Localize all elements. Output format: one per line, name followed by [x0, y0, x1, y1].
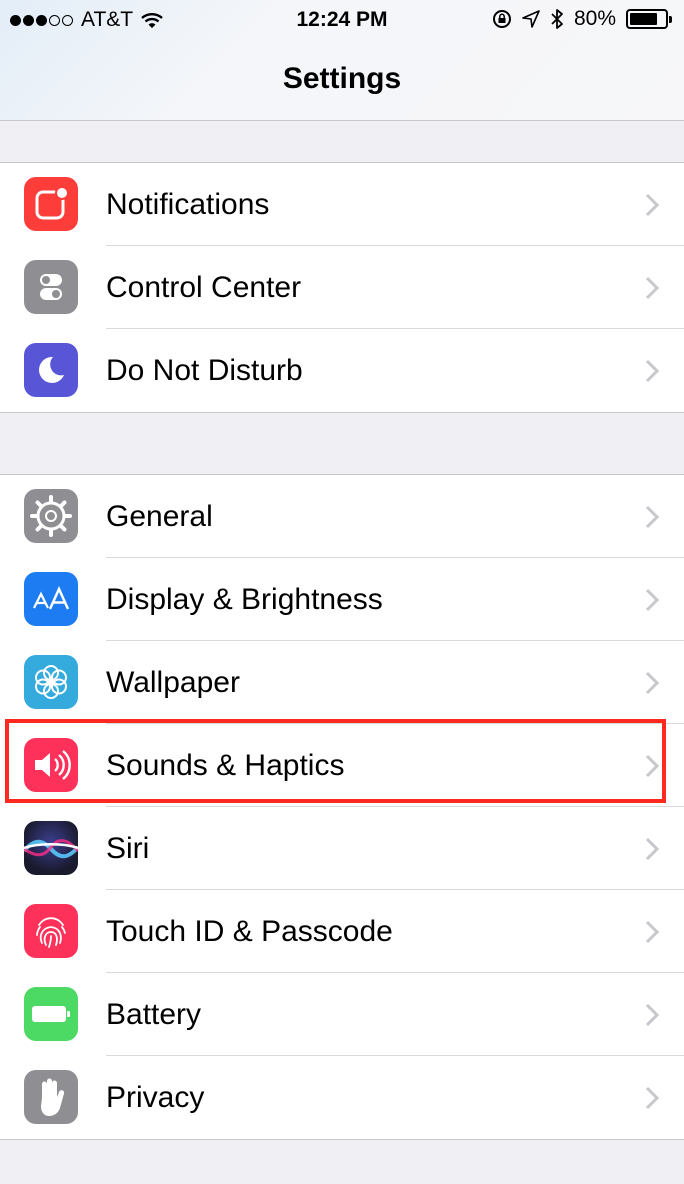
chevron-right-icon — [645, 754, 660, 778]
settings-item-label: Siri — [106, 832, 150, 865]
bluetooth-icon — [551, 9, 563, 29]
settings-item-siri[interactable]: Siri — [0, 807, 684, 890]
chevron-right-icon — [645, 193, 660, 217]
settings-item-label: Privacy — [106, 1081, 205, 1114]
settings-item-label: Wallpaper — [106, 666, 240, 699]
chevron-right-icon — [645, 1086, 660, 1110]
chevron-right-icon — [645, 588, 660, 612]
rotation-lock-icon — [492, 10, 511, 28]
settings-item-label: Do Not Disturb — [106, 354, 303, 387]
chevron-right-icon — [645, 837, 660, 861]
settings-item-label: Display & Brightness — [106, 583, 383, 616]
text-size-icon — [24, 572, 78, 626]
settings-item-sounds-haptics[interactable]: Sounds & Haptics — [0, 724, 684, 807]
gear-icon — [24, 489, 78, 543]
settings-item-wallpaper[interactable]: Wallpaper — [0, 641, 684, 724]
settings-item-touch-id[interactable]: Touch ID & Passcode — [0, 890, 684, 973]
settings-item-display-brightness[interactable]: Display & Brightness — [0, 558, 684, 641]
settings-group-1: Notifications Control Center Do Not Dist… — [0, 162, 684, 413]
settings-screen: AT&T 12:24 PM 80% Settings Notifications… — [0, 0, 684, 1184]
settings-item-control-center[interactable]: Control Center — [0, 246, 684, 329]
location-icon — [522, 10, 540, 28]
chevron-right-icon — [645, 276, 660, 300]
status-battery-icon — [626, 9, 672, 29]
battery-icon — [24, 987, 78, 1041]
settings-item-label: Notifications — [106, 188, 270, 221]
siri-icon — [24, 821, 78, 875]
settings-item-label: General — [106, 500, 213, 533]
settings-item-privacy[interactable]: Privacy — [0, 1056, 684, 1139]
settings-item-notifications[interactable]: Notifications — [0, 163, 684, 246]
status-bar: AT&T 12:24 PM 80% — [0, 0, 684, 40]
chevron-right-icon — [645, 920, 660, 944]
chevron-right-icon — [645, 359, 660, 383]
settings-item-label: Sounds & Haptics — [106, 749, 345, 782]
page-title: Settings — [282, 62, 402, 95]
settings-item-label: Control Center — [106, 271, 302, 304]
hand-icon — [24, 1070, 78, 1124]
settings-item-general[interactable]: General — [0, 475, 684, 558]
notifications-icon — [24, 177, 78, 231]
speaker-icon — [24, 738, 78, 792]
settings-item-battery[interactable]: Battery — [0, 973, 684, 1056]
chevron-right-icon — [645, 671, 660, 695]
flower-icon — [24, 655, 78, 709]
moon-icon — [24, 343, 78, 397]
chevron-right-icon — [645, 1003, 660, 1027]
settings-item-label: Touch ID & Passcode — [106, 915, 393, 948]
settings-item-label: Battery — [106, 998, 202, 1031]
top-bar: AT&T 12:24 PM 80% Settings — [0, 0, 684, 121]
battery-percent: 80% — [573, 7, 616, 30]
control-center-icon — [24, 260, 78, 314]
settings-group-2: General Display & Brightness Wallpaper S… — [0, 474, 684, 1140]
chevron-right-icon — [645, 505, 660, 529]
fingerprint-icon — [24, 904, 78, 958]
settings-item-do-not-disturb[interactable]: Do Not Disturb — [0, 329, 684, 412]
